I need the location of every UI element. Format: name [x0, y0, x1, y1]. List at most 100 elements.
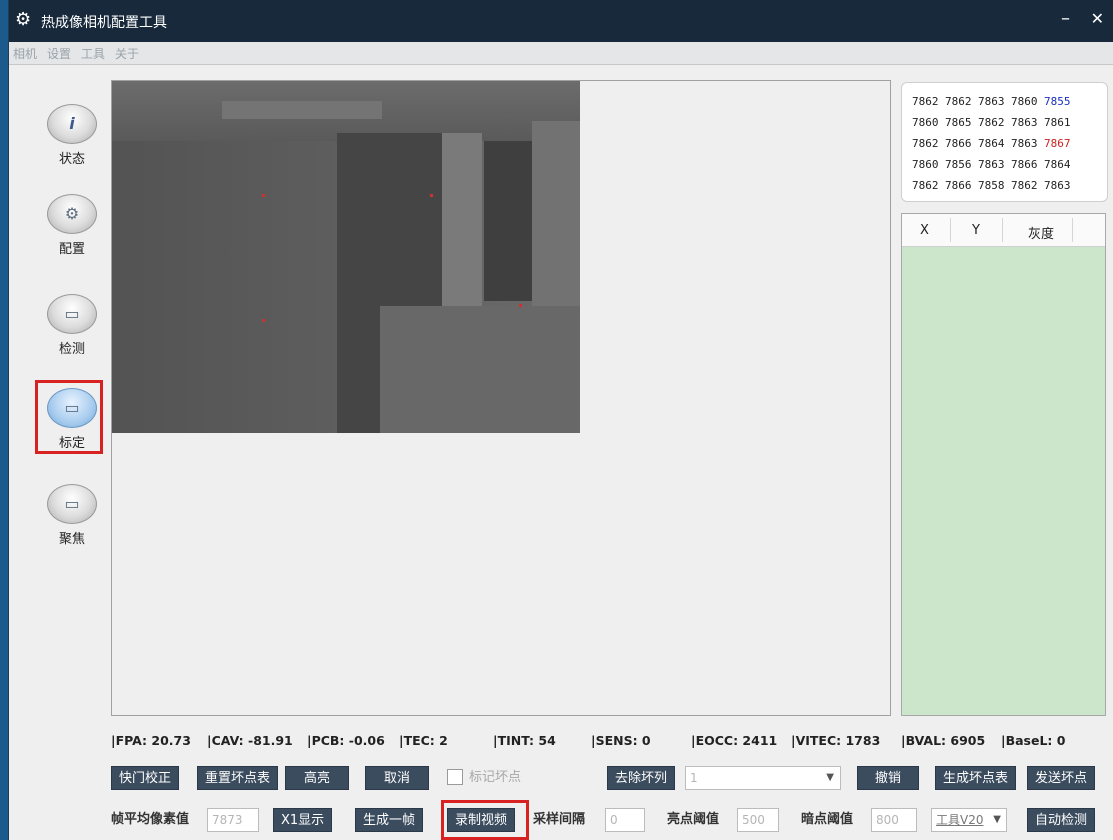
- pixel-row: 7862 7866 7858 7862 7863: [912, 179, 1077, 192]
- sample-interval-label: 采样间隔: [533, 812, 586, 827]
- pixel-value: 7866: [945, 137, 972, 150]
- remove-bad-column-button[interactable]: 去除坏列: [607, 766, 676, 790]
- highlight-button[interactable]: 高亮: [285, 766, 349, 790]
- sidebar-item-focus[interactable]: ▭ 聚焦: [37, 484, 107, 547]
- pixel-value: 7862: [912, 95, 939, 108]
- send-dead-pixel-button[interactable]: 发送坏点: [1027, 766, 1096, 790]
- table-header: X Y 灰度: [902, 214, 1105, 247]
- highlight-box: [441, 800, 529, 840]
- cancel-button[interactable]: 取消: [365, 766, 429, 790]
- pixel-value: 7860: [1011, 95, 1038, 108]
- sidebar-item-label: 聚焦: [58, 532, 85, 547]
- pixel-value: 7862: [912, 179, 939, 192]
- sidebar-item-label: 状态: [58, 152, 85, 167]
- column-header-gray[interactable]: 灰度: [1028, 223, 1054, 242]
- bad-column-value: 1: [690, 771, 698, 785]
- status-tint: |TINT: 54: [493, 733, 556, 748]
- status-basel: |BaseL: 0: [1001, 733, 1066, 748]
- pixel-row: 7862 7862 7863 7860 7855: [912, 95, 1077, 108]
- pixel-value: 7861: [1044, 116, 1071, 129]
- pixel-value: 7863: [1011, 116, 1038, 129]
- status-line: |FPA: 20.73 |CAV: -81.91 |PCB: -0.06 |TE…: [111, 733, 1111, 751]
- monitor-icon: ▭: [47, 294, 97, 334]
- tool-version-value: 工具V20: [936, 813, 984, 827]
- app-window: ⚙ 热成像相机配置工具 – ✕ 相机 设置 工具 关于 i 状态 ⚙ 配置 ▭ 检测 …: [8, 0, 1113, 840]
- undo-button[interactable]: 撤销: [857, 766, 919, 790]
- status-bval: |BVAL: 6905: [901, 733, 986, 748]
- status-sens: |SENS: 0: [591, 733, 651, 748]
- pixel-value: 7860: [912, 158, 939, 171]
- sidebar-item-config[interactable]: ⚙ 配置: [37, 194, 107, 257]
- minimize-button[interactable]: –: [1061, 8, 1070, 29]
- shutter-correction-button[interactable]: 快门校正: [111, 766, 180, 790]
- window-title: 热成像相机配置工具: [41, 15, 167, 31]
- highlight-box: [35, 380, 103, 454]
- pixel-value: 7866: [945, 179, 972, 192]
- app-gear-icon: ⚙: [15, 9, 32, 30]
- bright-threshold-label: 亮点阈值: [667, 812, 720, 827]
- pixel-row: 7860 7856 7863 7866 7864: [912, 158, 1077, 171]
- bright-threshold-field[interactable]: 500: [737, 808, 779, 832]
- frame-average-label: 帧平均像素值: [111, 812, 190, 827]
- pixel-value: 7862: [945, 95, 972, 108]
- pixel-value: 7863: [1011, 137, 1038, 150]
- pixel-value-max: 7867: [1044, 137, 1071, 150]
- thermal-image: [112, 81, 580, 433]
- title-bar: ⚙ 热成像相机配置工具 – ✕: [9, 0, 1113, 42]
- mark-dead-pixel-checkbox[interactable]: [447, 769, 463, 785]
- pixel-value: 7865: [945, 116, 972, 129]
- pixel-value: 7863: [978, 95, 1005, 108]
- menu-about[interactable]: 关于: [115, 45, 139, 62]
- x1-display-button[interactable]: X1显示: [273, 808, 333, 832]
- sidebar-item-label: 检测: [58, 342, 85, 357]
- pixel-value: 7863: [978, 158, 1005, 171]
- pixel-value: 7864: [1044, 158, 1071, 171]
- pixel-value: 7866: [1011, 158, 1038, 171]
- pixel-value: 7863: [1044, 179, 1071, 192]
- status-fpa: |FPA: 20.73: [111, 733, 191, 748]
- pixel-value: 7864: [978, 137, 1005, 150]
- close-button[interactable]: ✕: [1091, 9, 1104, 28]
- status-eocc: |EOCC: 2411: [691, 733, 778, 748]
- column-header-x[interactable]: X: [920, 223, 929, 238]
- pixel-value: 7860: [912, 116, 939, 129]
- status-tec: |TEC: 2: [399, 733, 448, 748]
- generate-table-button[interactable]: 生成坏点表: [935, 766, 1017, 790]
- chevron-down-icon: ▼: [826, 772, 834, 783]
- dead-pixel-table[interactable]: X Y 灰度: [901, 213, 1106, 716]
- menu-settings[interactable]: 设置: [47, 45, 71, 62]
- dark-threshold-field[interactable]: 800: [871, 808, 917, 832]
- status-pcb: |PCB: -0.06: [307, 733, 385, 748]
- pixel-value: 7862: [1011, 179, 1038, 192]
- reset-dead-pixel-table-button[interactable]: 重置坏点表: [197, 766, 279, 790]
- sample-interval-field[interactable]: 0: [605, 808, 645, 832]
- pixel-value: 7862: [912, 137, 939, 150]
- gear-icon: ⚙: [47, 194, 97, 234]
- chevron-down-icon: ▼: [993, 814, 1001, 825]
- pixel-value-grid: 7862 7862 7863 7860 7855 7860 7865 7862 7863 786…: [901, 82, 1108, 202]
- screen-icon: ▭: [47, 484, 97, 524]
- status-vitec: |VITEC: 1783: [791, 733, 881, 748]
- status-cav: |CAV: -81.91: [207, 733, 293, 748]
- pixel-value-min: 7855: [1044, 95, 1071, 108]
- tool-version-select[interactable]: 工具V20 ▼: [931, 808, 1007, 832]
- sidebar-item-status[interactable]: i 状态: [37, 104, 107, 167]
- sidebar-item-label: 配置: [58, 242, 85, 257]
- pixel-row: 7862 7866 7864 7863 7867: [912, 137, 1077, 150]
- frame-average-field[interactable]: 7873: [207, 808, 259, 832]
- pixel-value: 7862: [978, 116, 1005, 129]
- bad-column-select[interactable]: 1 ▼: [685, 766, 841, 790]
- mark-dead-pixel-label: 标记坏点: [469, 770, 522, 785]
- auto-detect-button[interactable]: 自动检测: [1027, 808, 1096, 832]
- menu-tools[interactable]: 工具: [81, 45, 105, 62]
- sidebar-item-detect[interactable]: ▭ 检测: [37, 294, 107, 357]
- column-header-y[interactable]: Y: [972, 223, 980, 238]
- generate-frame-button[interactable]: 生成一帧: [355, 808, 424, 832]
- dark-threshold-label: 暗点阈值: [801, 812, 854, 827]
- menu-camera[interactable]: 相机: [13, 45, 37, 62]
- pixel-value: 7858: [978, 179, 1005, 192]
- image-preview-panel[interactable]: [111, 80, 891, 716]
- menu-bar: 相机 设置 工具 关于: [9, 42, 1113, 65]
- info-icon: i: [47, 104, 97, 144]
- pixel-row: 7860 7865 7862 7863 7861: [912, 116, 1077, 129]
